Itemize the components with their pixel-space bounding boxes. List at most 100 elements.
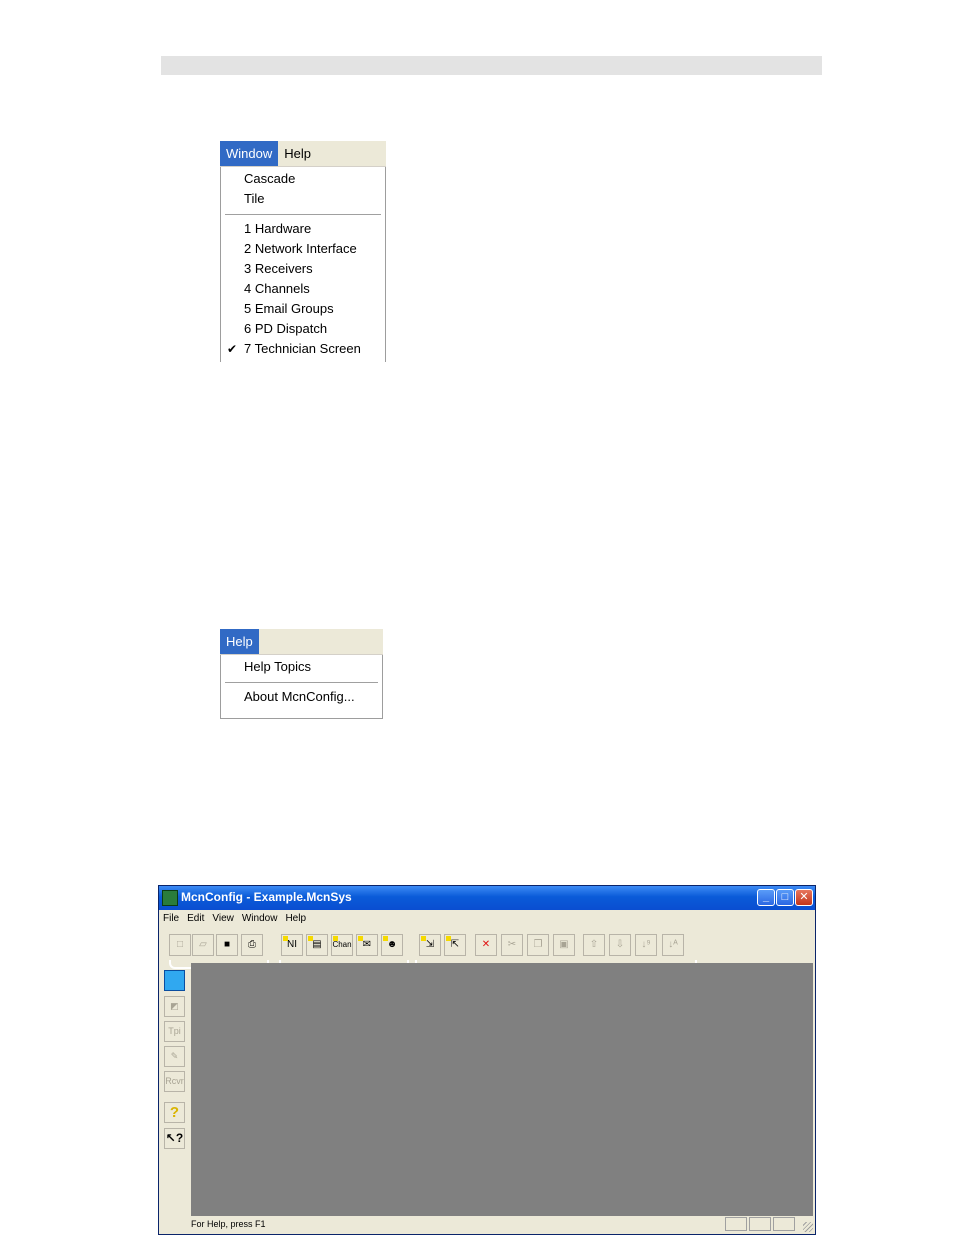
dispatch-button[interactable]: ✎ xyxy=(164,1046,185,1067)
status-pane xyxy=(725,1217,747,1231)
dispatch-icon: ✎ xyxy=(170,1051,179,1061)
new-window-button[interactable] xyxy=(164,970,185,991)
paste-button[interactable]: ▣ xyxy=(553,934,575,956)
checkmark-icon: ✔ xyxy=(227,342,238,356)
resize-grip[interactable] xyxy=(803,1222,813,1232)
status-pane xyxy=(749,1217,771,1231)
insert-item-button[interactable]: ⇲ xyxy=(419,934,441,956)
hardware-button[interactable]: ◩ xyxy=(164,996,185,1017)
move-down-button[interactable]: ⇩ xyxy=(609,934,631,956)
mcnconfig-window: McnConfig - Example.McnSys _ □ ✕ File Edi… xyxy=(158,885,816,1235)
tpi-icon: Tpi xyxy=(168,1026,181,1036)
copy-button[interactable]: ❐ xyxy=(527,934,549,956)
tpi-button[interactable]: Tpi xyxy=(164,1021,185,1042)
receivers-button[interactable]: ▤ xyxy=(306,934,328,956)
help-dropdown: Help Topics About McnConfig... xyxy=(220,655,383,719)
menu-item[interactable]: Cascade xyxy=(221,169,385,189)
menu-item[interactable]: 1 Hardware xyxy=(221,219,385,239)
app-icon xyxy=(162,890,178,906)
maximize-icon: □ xyxy=(781,891,789,903)
save-button[interactable]: ■ xyxy=(216,934,238,956)
minimize-button[interactable]: _ xyxy=(757,889,775,906)
maximize-button[interactable]: □ xyxy=(776,889,794,906)
print-button[interactable]: ⎙ xyxy=(241,934,263,956)
menu-help[interactable]: Help xyxy=(278,141,317,166)
menu-item-label: 5 Email Groups xyxy=(244,301,334,316)
append-item-button[interactable]: ⇱ xyxy=(444,934,466,956)
arrow-down-icon: ⇩ xyxy=(615,939,625,950)
sparkle-icon xyxy=(333,936,338,941)
receiver-icon: ▤ xyxy=(312,939,322,950)
menu-item-label: 7 Technician Screen xyxy=(244,341,361,356)
cut-button[interactable]: ✂ xyxy=(501,934,523,956)
receiver-config-button[interactable]: Rcvr xyxy=(164,1071,185,1092)
move-up-button[interactable]: ⇧ xyxy=(583,934,605,956)
context-help-button[interactable]: ↖? xyxy=(164,1128,185,1149)
menu-separator xyxy=(225,214,381,215)
printer-icon: ⎙ xyxy=(248,939,256,950)
menu-item[interactable]: About McnConfig... xyxy=(221,687,382,707)
new-file-button[interactable]: □ xyxy=(169,934,191,956)
sort-alpha-button[interactable]: ↓ᴬ xyxy=(662,934,684,956)
menu-item[interactable]: Tile xyxy=(221,189,385,209)
sparkle-icon xyxy=(358,936,363,941)
minimize-icon: _ xyxy=(762,891,770,903)
delete-button[interactable]: ✕ xyxy=(475,934,497,956)
sparkle-icon xyxy=(383,936,388,941)
menu-help[interactable]: Help xyxy=(220,629,259,654)
menu-item[interactable]: 6 PD Dispatch xyxy=(221,319,385,339)
menu-item-label: Help Topics xyxy=(244,659,311,674)
new-file-icon: □ xyxy=(176,939,184,950)
menubar: Window Help xyxy=(220,141,386,167)
context-help-icon: ↖? xyxy=(165,1131,184,1145)
help-menu-screenshot: Help Help Topics About McnConfig... xyxy=(220,629,383,719)
menu-item-label: 1 Hardware xyxy=(244,221,312,236)
app-menu-edit[interactable]: Edit xyxy=(183,910,208,928)
menu-window[interactable]: Window xyxy=(220,141,279,166)
app-menu-view[interactable]: View xyxy=(208,910,238,928)
open-file-button[interactable]: ▱ xyxy=(192,934,214,956)
menu-item-label: About McnConfig... xyxy=(244,689,355,704)
menu-item[interactable]: 2 Network Interface xyxy=(221,239,385,259)
sparkle-icon xyxy=(308,936,313,941)
copy-icon: ❐ xyxy=(533,939,543,950)
rcvr-icon: Rcvr xyxy=(165,1076,184,1086)
sort-alpha-icon: ↓ᴬ xyxy=(668,939,678,950)
window-title: McnConfig - Example.McnSys xyxy=(181,890,352,904)
sort-numeric-icon: ↓⁹ xyxy=(641,939,651,950)
technician-button[interactable]: ☻ xyxy=(381,934,403,956)
insert-list-icon: ⇲ xyxy=(425,939,435,950)
menu-item-label: 3 Receivers xyxy=(244,261,313,276)
open-folder-icon: ▱ xyxy=(199,939,207,950)
delete-x-icon: ✕ xyxy=(481,939,491,950)
app-menu-file[interactable]: File xyxy=(159,910,183,928)
app-menu-help[interactable]: Help xyxy=(281,910,310,928)
title-bar[interactable]: McnConfig - Example.McnSys _ □ ✕ xyxy=(159,886,815,910)
save-disk-icon: ■ xyxy=(223,939,231,950)
menu-item[interactable]: ✔ 7 Technician Screen xyxy=(221,339,385,359)
menu-item[interactable]: Help Topics xyxy=(221,657,382,677)
menubar: Help xyxy=(220,629,383,655)
status-bar: For Help, press F1 xyxy=(159,1216,815,1234)
sort-numeric-button[interactable]: ↓⁹ xyxy=(635,934,657,956)
help-question-icon: ? xyxy=(169,1104,180,1121)
channels-button[interactable]: Chan xyxy=(331,934,353,956)
email-group-icon: ✉ xyxy=(362,939,372,950)
main-toolbar: □ ▱ ■ ⎙ NI ▤ Chan ✉ ☻ ⇲ ⇱ ✕ ✂ ❐ ▣ ⇧ ⇩ ↓⁹ ↓ᴬ xyxy=(159,930,815,960)
mdi-client-area[interactable] xyxy=(191,963,813,1216)
menu-item-label: Tile xyxy=(244,191,265,206)
technician-icon: ☻ xyxy=(386,939,398,950)
menu-item[interactable]: 3 Receivers xyxy=(221,259,385,279)
app-menu-window[interactable]: Window xyxy=(238,910,282,928)
menu-item[interactable]: 4 Channels xyxy=(221,279,385,299)
close-button[interactable]: ✕ xyxy=(795,889,813,906)
close-icon: ✕ xyxy=(799,891,809,903)
sparkle-icon xyxy=(421,936,426,941)
sparkle-icon xyxy=(283,936,288,941)
email-groups-button[interactable]: ✉ xyxy=(356,934,378,956)
channel-icon: Chan xyxy=(332,940,352,949)
menu-item[interactable]: 5 Email Groups xyxy=(221,299,385,319)
help-button[interactable]: ? xyxy=(164,1102,185,1123)
network-interface-button[interactable]: NI xyxy=(281,934,303,956)
hardware-icon: ◩ xyxy=(170,1001,179,1011)
